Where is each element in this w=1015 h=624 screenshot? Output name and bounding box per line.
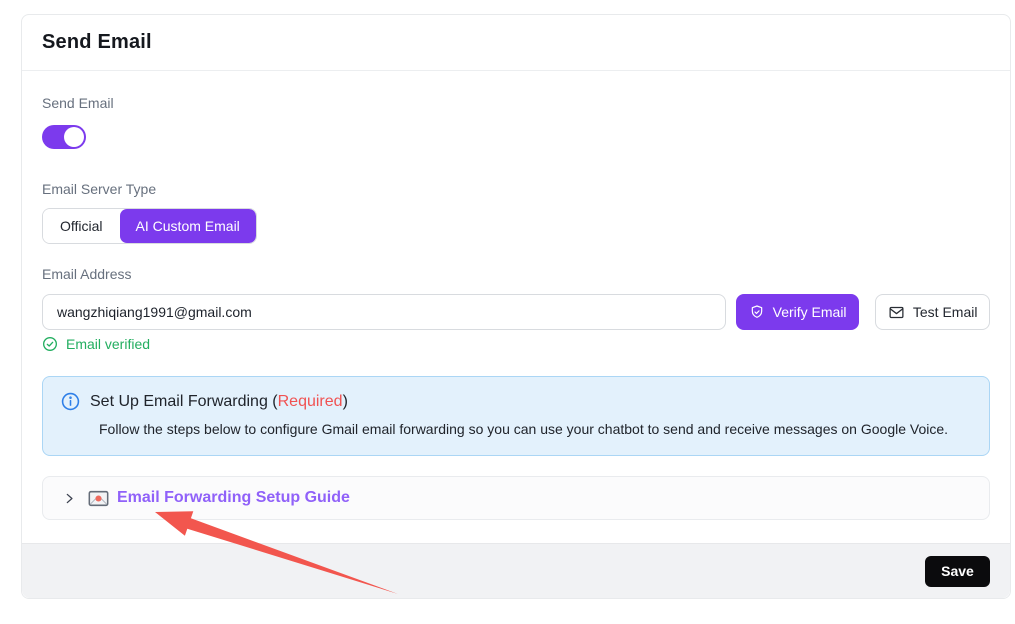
email-address-label: Email Address <box>42 266 990 282</box>
email-envelope-icon <box>88 490 109 507</box>
email-server-type-group: Official AI Custom Email <box>42 208 257 244</box>
email-forwarding-info-box: Set Up Email Forwarding (Required) Follo… <box>42 376 990 456</box>
email-server-type-field: Email Server Type Official AI Custom Ema… <box>42 181 990 244</box>
check-circle-icon <box>42 336 58 352</box>
save-button[interactable]: Save <box>925 556 990 587</box>
send-email-toggle[interactable] <box>42 125 86 149</box>
send-email-card: Send Email Send Email Email Server Type … <box>21 14 1011 599</box>
shield-check-icon <box>749 304 765 320</box>
card-footer: Save <box>22 543 1010 598</box>
server-type-ai-custom-button[interactable]: AI Custom Email <box>120 209 256 243</box>
card-header: Send Email <box>22 15 1010 71</box>
page-title: Send Email <box>42 31 152 54</box>
email-forwarding-guide-toggle[interactable]: Email Forwarding Setup Guide <box>42 476 990 520</box>
send-email-field: Send Email <box>42 95 990 149</box>
info-circle-icon <box>61 392 80 411</box>
card-body: Send Email Email Server Type Official AI… <box>22 71 1010 520</box>
send-email-label: Send Email <box>42 95 990 111</box>
info-title: Set Up Email Forwarding (Required) <box>90 393 348 411</box>
test-email-label: Test Email <box>913 304 978 320</box>
test-email-button[interactable]: Test Email <box>875 294 990 330</box>
verify-email-button[interactable]: Verify Email <box>736 294 860 330</box>
chevron-right-icon[interactable] <box>63 492 76 505</box>
info-title-row: Set Up Email Forwarding (Required) <box>61 392 973 411</box>
email-verified-label: Email verified <box>66 336 150 352</box>
required-text: Required <box>278 393 343 410</box>
toggle-knob-icon <box>64 127 84 147</box>
email-verified-status: Email verified <box>42 336 990 352</box>
guide-label: Email Forwarding Setup Guide <box>117 489 350 507</box>
verify-email-label: Verify Email <box>773 304 847 320</box>
email-server-type-label: Email Server Type <box>42 181 990 197</box>
email-address-row: Verify Email Test Email <box>42 294 990 330</box>
email-address-field: Email Address Verify Email <box>42 266 990 352</box>
info-body: Follow the steps below to configure Gmai… <box>99 421 973 437</box>
email-address-input[interactable] <box>42 294 726 330</box>
envelope-icon <box>888 304 905 321</box>
server-type-official-button[interactable]: Official <box>43 209 120 243</box>
